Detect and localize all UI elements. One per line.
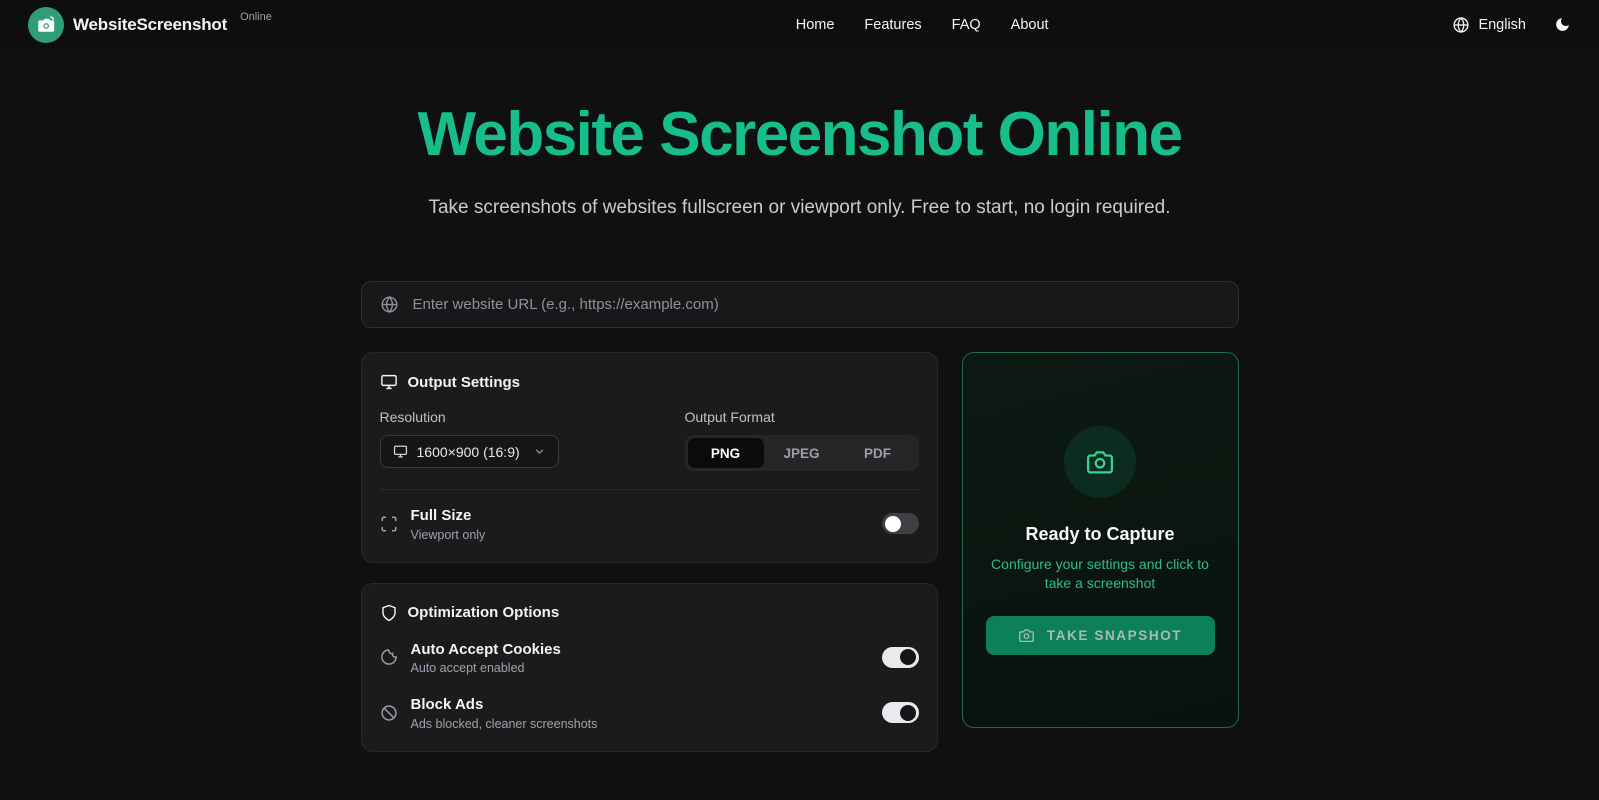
brand-suffix: Online <box>240 11 272 23</box>
nav-about[interactable]: About <box>1011 17 1049 33</box>
ban-icon <box>380 704 398 722</box>
nav-faq[interactable]: FAQ <box>952 17 981 33</box>
optimization-options-card: Optimization Options Auto Accept Cookies… <box>361 583 938 752</box>
brand-logo[interactable]: WebsiteScreenshot Online <box>28 7 272 43</box>
header: WebsiteScreenshot Online Home Features F… <box>0 0 1599 49</box>
camera-logo-icon <box>28 7 64 43</box>
url-input-wrapper <box>361 281 1239 328</box>
full-size-description: Viewport only <box>411 528 869 542</box>
capture-icon-circle <box>1064 426 1136 498</box>
output-format-segmented-control: PNG JPEG PDF <box>685 435 919 471</box>
block-ads-description: Ads blocked, cleaner screenshots <box>411 717 869 731</box>
auto-accept-cookies-label: Auto Accept Cookies <box>411 640 869 660</box>
block-ads-toggle[interactable] <box>882 702 919 723</box>
resolution-value: 1600×900 (16:9) <box>417 444 524 460</box>
capture-status-title: Ready to Capture <box>1025 524 1174 545</box>
optimization-options-title: Optimization Options <box>408 604 560 621</box>
monitor-icon <box>380 373 398 391</box>
auto-accept-cookies-description: Auto accept enabled <box>411 661 869 675</box>
auto-accept-cookies-row: Auto Accept Cookies Auto accept enabled <box>380 640 919 676</box>
camera-icon <box>1085 447 1115 477</box>
output-settings-card: Output Settings Resolution 160 <box>361 352 938 563</box>
output-format-label: Output Format <box>685 409 919 425</box>
format-option-png[interactable]: PNG <box>688 438 764 468</box>
main-nav: Home Features FAQ About <box>392 17 1453 33</box>
auto-accept-cookies-toggle[interactable] <box>882 647 919 668</box>
nav-home[interactable]: Home <box>796 17 835 33</box>
theme-toggle-button[interactable] <box>1554 16 1571 33</box>
capture-status-description: Configure your settings and click to tak… <box>987 555 1214 594</box>
settings-column: Output Settings Resolution 160 <box>361 352 938 752</box>
language-selector[interactable]: English <box>1452 16 1526 34</box>
capture-panel: Ready to Capture Configure your settings… <box>962 352 1239 728</box>
full-size-row: Full Size Viewport only <box>380 506 919 542</box>
nav-features[interactable]: Features <box>864 17 921 33</box>
language-label: English <box>1478 17 1526 33</box>
cookie-icon <box>380 648 398 666</box>
hero-section: Website Screenshot Online Take screensho… <box>0 101 1599 219</box>
camera-icon <box>1018 627 1035 644</box>
format-option-pdf[interactable]: PDF <box>840 438 916 468</box>
output-settings-title: Output Settings <box>408 374 521 391</box>
page-subtitle: Take screenshots of websites fullscreen … <box>0 197 1599 219</box>
chevron-down-icon <box>533 445 546 458</box>
expand-icon <box>380 515 398 533</box>
globe-icon <box>380 295 399 314</box>
shield-icon <box>380 604 398 622</box>
header-right: English <box>1452 16 1571 34</box>
block-ads-row: Block Ads Ads blocked, cleaner screensho… <box>380 695 919 731</box>
page-title: Website Screenshot Online <box>0 101 1599 169</box>
full-size-label: Full Size <box>411 506 869 526</box>
moon-icon <box>1554 16 1571 33</box>
main-container: Output Settings Resolution 160 <box>361 281 1239 752</box>
divider <box>380 489 919 490</box>
globe-icon <box>1452 16 1470 34</box>
take-snapshot-label: TAKE SNAPSHOT <box>1047 628 1182 643</box>
resolution-label: Resolution <box>380 409 663 425</box>
resolution-dropdown[interactable]: 1600×900 (16:9) <box>380 435 559 468</box>
full-size-toggle[interactable] <box>882 513 919 534</box>
brand-name: WebsiteScreenshot <box>73 15 227 35</box>
monitor-icon <box>393 444 408 459</box>
block-ads-label: Block Ads <box>411 695 869 715</box>
format-option-jpeg[interactable]: JPEG <box>764 438 840 468</box>
take-snapshot-button[interactable]: TAKE SNAPSHOT <box>986 616 1215 655</box>
website-url-input[interactable] <box>413 296 1220 313</box>
